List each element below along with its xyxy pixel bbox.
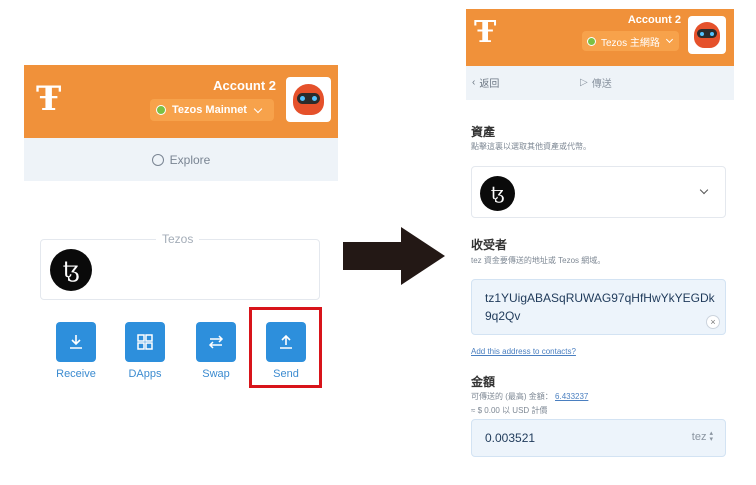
account-name[interactable]: Account 2	[628, 14, 681, 26]
amount-unit: tez ▴ ▾	[691, 430, 713, 443]
left-header: Ŧ Account 2 Tezos Mainnet	[24, 65, 338, 138]
temple-logo[interactable]: Ŧ	[474, 15, 496, 51]
amount-available-value[interactable]: 6.433237	[555, 392, 588, 401]
amount-usd-hint: ≈ $ 0.00 以 USD 計價	[471, 406, 548, 415]
page-title-label: 傳送	[591, 79, 612, 90]
avatar[interactable]	[688, 16, 726, 54]
add-contact-link[interactable]: Add this address to contacts?	[471, 347, 576, 356]
network-label: Tezos Mainnet	[172, 104, 247, 116]
chevron-left-icon: ‹	[472, 77, 476, 88]
asset-heading: 資產	[471, 125, 496, 139]
download-icon	[56, 322, 96, 362]
send-arrow-icon: ▷	[580, 77, 588, 88]
page-header-bar: ‹ 返回 ▷ 傳送	[466, 66, 734, 100]
explore-label: Explore	[169, 152, 211, 167]
temple-logo[interactable]: Ŧ	[36, 79, 61, 119]
back-label: 返回	[479, 79, 500, 90]
recipient-heading: 收受者	[471, 238, 508, 252]
swap-action[interactable]: Swap	[194, 322, 238, 382]
swap-label: Swap	[202, 368, 230, 380]
tezos-token-icon: ꜩ	[480, 176, 515, 211]
account-name[interactable]: Account 2	[213, 78, 276, 93]
chevron-down-icon	[699, 185, 709, 195]
page-title: ▷ 傳送	[580, 75, 612, 90]
amount-available-prefix: 可傳送的 (最高) 金額：	[471, 392, 553, 401]
dapps-action[interactable]: DApps	[123, 322, 167, 382]
amount-heading: 金額	[471, 375, 496, 389]
network-status-icon	[587, 36, 596, 46]
network-label: Tezos 主網路	[601, 37, 660, 49]
grid-icon	[125, 322, 165, 362]
chevron-down-icon	[253, 104, 263, 113]
network-selector[interactable]: Tezos 主網路	[582, 31, 679, 51]
swap-icon	[196, 322, 236, 362]
clear-icon[interactable]: ×	[706, 315, 720, 329]
explore-bar[interactable]: Explore	[24, 138, 338, 181]
receive-label: Receive	[56, 368, 96, 380]
amount-value: 0.003521	[485, 431, 536, 445]
recipient-value: tz1YUigABASqRUWAG97qHfHwYkYEGDk9q2Qv	[485, 291, 715, 323]
asset-selector[interactable]: ꜩ	[471, 166, 726, 218]
right-header: Ŧ Account 2 Tezos 主網路	[466, 9, 734, 66]
token-box[interactable]: Tezos ꜩ	[40, 232, 320, 300]
transition-arrow-icon	[343, 227, 445, 285]
token-section-label: Tezos	[156, 232, 200, 246]
recipient-input[interactable]: tz1YUigABASqRUWAG97qHfHwYkYEGDk9q2Qv ×	[471, 279, 726, 335]
amount-input[interactable]: 0.003521 tez ▴ ▾	[471, 419, 726, 457]
send-highlight-box	[249, 307, 322, 388]
chevron-down-icon	[665, 35, 673, 44]
recipient-hint: tez 資金要傳送的地址或 Tezos 網域。	[471, 256, 606, 265]
compass-icon	[151, 153, 164, 166]
avatar[interactable]	[286, 77, 331, 122]
dapps-label: DApps	[128, 368, 162, 380]
amount-unit-label: tez	[691, 431, 707, 443]
back-button[interactable]: ‹ 返回	[472, 75, 499, 90]
asset-hint: 點擊這裏以選取其他資產或代幣。	[471, 142, 591, 151]
network-status-icon	[156, 105, 166, 115]
tezos-token-icon: ꜩ	[50, 249, 92, 291]
network-selector[interactable]: Tezos Mainnet	[150, 99, 274, 121]
receive-action[interactable]: Receive	[54, 322, 98, 382]
stepper-icon[interactable]: ▴ ▾	[709, 430, 713, 443]
amount-available: 可傳送的 (最高) 金額： 6.433237	[471, 391, 588, 402]
